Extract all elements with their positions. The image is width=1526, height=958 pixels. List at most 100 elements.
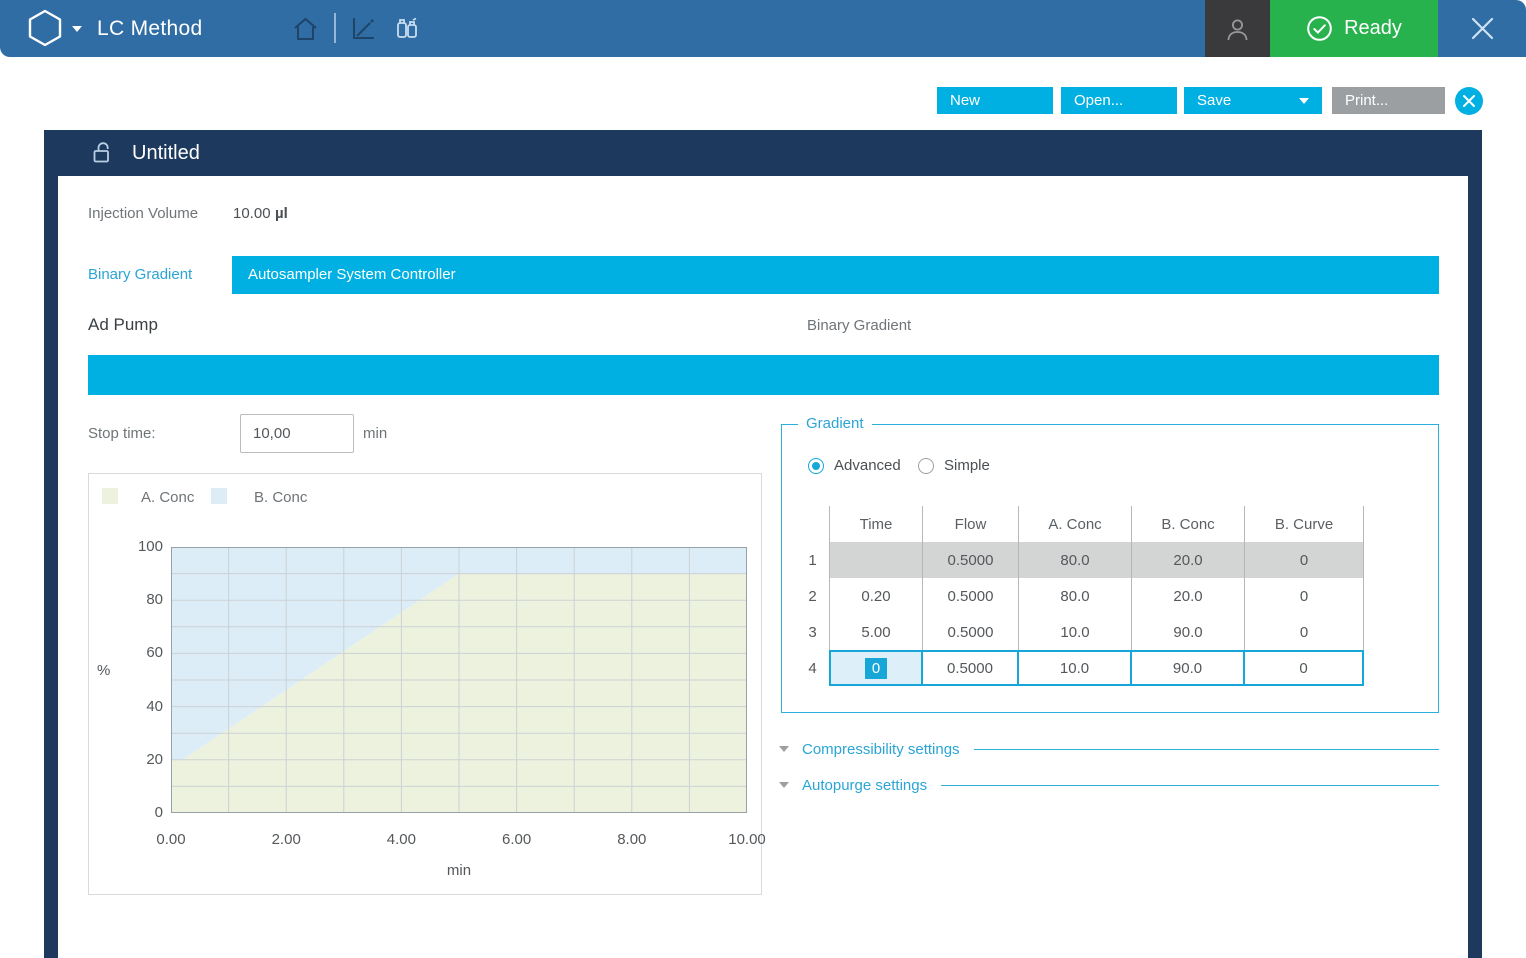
user-icon [1224, 16, 1251, 42]
injection-volume-value: 10.00 µl [233, 205, 288, 223]
legend-a-conc-swatch [102, 488, 118, 504]
compressibility-settings-section: Compressibility settings [779, 738, 1439, 760]
open-button[interactable]: Open... [1061, 87, 1177, 114]
print-button-label: Print... [1345, 92, 1388, 109]
row-number-header [796, 506, 829, 542]
gradient-plot [171, 547, 747, 813]
cell-time-editing[interactable]: 0 [829, 650, 923, 686]
cell-b-conc[interactable]: 20.0 [1132, 578, 1245, 614]
cell-b-curve[interactable]: 0 [1245, 650, 1364, 686]
y-axis-label: % [97, 662, 127, 679]
cell-time[interactable]: 0.20 [829, 578, 923, 614]
compressibility-settings-link[interactable]: Compressibility settings [802, 741, 960, 758]
app-menu-caret-icon[interactable] [72, 26, 82, 32]
cell-flow[interactable]: 0.5000 [923, 578, 1019, 614]
clear-button[interactable] [1455, 87, 1483, 115]
cell-b-conc[interactable]: 90.0 [1132, 650, 1245, 686]
legend-b-conc-label: B. Conc [254, 489, 307, 506]
y-tick-label: 20 [119, 751, 163, 768]
print-button[interactable]: Print... [1332, 87, 1445, 114]
section-rule [974, 749, 1439, 750]
save-dropdown-caret-icon[interactable] [1299, 98, 1309, 104]
table-row-editing: 4 0 0.5000 10.0 90.0 0 [796, 650, 1364, 686]
close-icon[interactable] [1469, 15, 1496, 42]
x-tick-label: 0.00 [156, 831, 185, 848]
gradient-chart-card: A. Conc B. Conc % 020406080100 0.002.004… [88, 473, 762, 895]
cell-flow[interactable]: 0.5000 [923, 542, 1019, 578]
autopurge-settings-link[interactable]: Autopurge settings [802, 777, 927, 794]
title-bar: LC Method Ready [0, 0, 1526, 57]
x-tick-label: 8.00 [617, 831, 646, 848]
radio-selected-icon [808, 458, 824, 474]
topbar-separator [334, 13, 336, 43]
injection-volume-unit: µl [275, 205, 288, 222]
stop-time-input[interactable] [240, 414, 354, 453]
stop-time-label: Stop time: [88, 425, 156, 442]
cell-flow[interactable]: 0.5000 [923, 614, 1019, 650]
cell-b-conc[interactable]: 90.0 [1132, 614, 1245, 650]
editing-cell-value[interactable]: 0 [865, 658, 887, 679]
cell-a-conc[interactable]: 80.0 [1019, 542, 1132, 578]
cell-flow[interactable]: 0.5000 [923, 650, 1019, 686]
legend-a-conc-label: A. Conc [141, 489, 194, 506]
cell-b-conc[interactable]: 20.0 [1132, 542, 1245, 578]
cell-a-conc[interactable]: 80.0 [1019, 578, 1132, 614]
y-tick-label: 40 [119, 698, 163, 715]
injection-volume-number: 10.00 [233, 205, 271, 222]
document-title: Untitled [132, 142, 200, 165]
gradient-groupbox: Gradient Advanced Simple Time Flow A. Co… [781, 424, 1439, 713]
ready-check-icon [1306, 15, 1333, 42]
table-row: 1 0.5000 80.0 20.0 0 [796, 542, 1364, 578]
app-root: LC Method Ready [0, 0, 1526, 958]
cell-time[interactable]: 5.00 [829, 614, 923, 650]
collapse-caret-icon[interactable] [779, 746, 789, 752]
cell-a-conc[interactable]: 10.0 [1019, 650, 1132, 686]
home-icon[interactable] [292, 16, 319, 42]
table-row: 3 5.00 0.5000 10.0 90.0 0 [796, 614, 1364, 650]
tab-autosampler-system-controller[interactable]: Autosampler System Controller [232, 256, 1439, 294]
row-number: 3 [796, 614, 829, 650]
injection-volume-label: Injection Volume [88, 205, 198, 222]
method-header: Untitled [44, 130, 1482, 176]
x-tick-label: 4.00 [387, 831, 416, 848]
cell-a-conc[interactable]: 10.0 [1019, 614, 1132, 650]
stop-time-unit: min [363, 425, 387, 442]
gradient-groupbox-title: Gradient [798, 415, 872, 432]
row-number: 1 [796, 542, 829, 578]
cell-b-curve[interactable]: 0 [1245, 542, 1364, 578]
cell-b-curve[interactable]: 0 [1245, 614, 1364, 650]
section-rule [941, 785, 1439, 786]
app-title: LC Method [97, 0, 202, 57]
col-header-b-conc: B. Conc [1132, 506, 1245, 542]
open-button-label: Open... [1074, 92, 1123, 109]
vials-icon[interactable] [394, 15, 420, 42]
clear-x-icon [1463, 95, 1475, 107]
mode-simple-radio[interactable]: Simple [918, 457, 990, 474]
x-axis-label: min [439, 862, 479, 879]
col-header-a-conc: A. Conc [1019, 506, 1132, 542]
cell-b-curve[interactable]: 0 [1245, 578, 1364, 614]
mode-advanced-label: Advanced [834, 457, 901, 474]
cell-time[interactable] [829, 542, 923, 578]
new-button[interactable]: New [937, 87, 1053, 114]
user-button[interactable] [1205, 0, 1270, 57]
lock-open-icon[interactable] [90, 140, 114, 166]
y-tick-label: 100 [119, 538, 163, 555]
status-indicator[interactable]: Ready [1270, 0, 1438, 57]
pump-section-bar[interactable] [88, 355, 1439, 395]
gradient-table: Time Flow A. Conc B. Conc B. Curve 1 0.5… [796, 506, 1364, 686]
new-button-label: New [950, 92, 980, 109]
x-tick-label: 2.00 [272, 831, 301, 848]
hexagon-logo-icon[interactable] [26, 9, 64, 47]
tab-binary-gradient[interactable]: Binary Gradient [88, 256, 192, 294]
pump-section-subtitle: Binary Gradient [807, 317, 911, 334]
mode-advanced-radio[interactable]: Advanced [808, 457, 901, 474]
autopurge-settings-section: Autopurge settings [779, 774, 1439, 796]
save-button[interactable]: Save [1184, 87, 1322, 114]
pump-section-title: Ad Pump [88, 315, 158, 335]
panel-border-right [1468, 176, 1482, 958]
gradient-chart-icon[interactable] [349, 14, 377, 42]
y-tick-label: 80 [119, 591, 163, 608]
collapse-caret-icon[interactable] [779, 782, 789, 788]
row-number: 4 [796, 650, 829, 686]
